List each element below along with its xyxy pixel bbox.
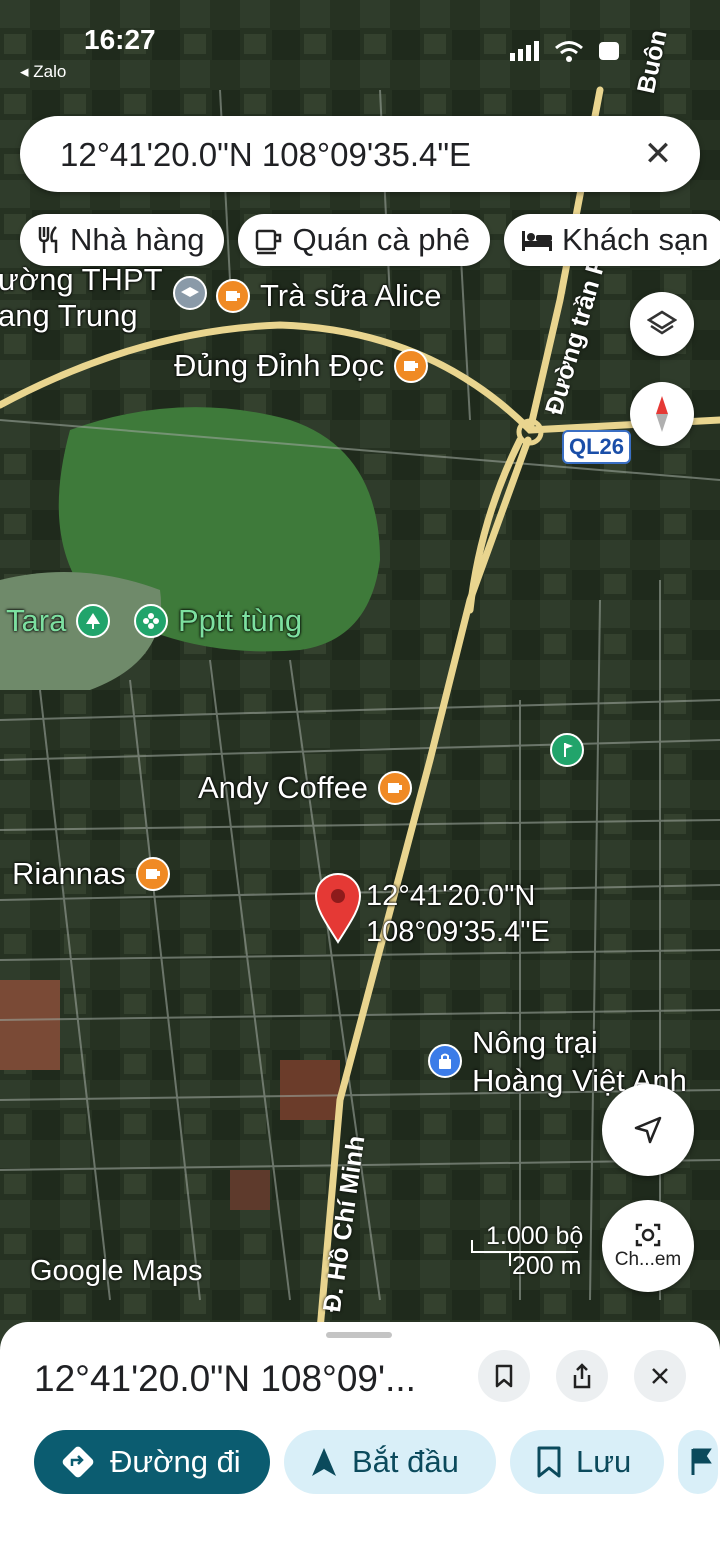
golf-icon — [550, 733, 584, 767]
close-sheet-button[interactable] — [634, 1350, 686, 1402]
status-bar: 16:27 ◂ Zalo — [0, 0, 720, 90]
start-label: Bắt đầu — [352, 1444, 459, 1479]
directions-icon — [62, 1446, 94, 1478]
lock-bag-icon — [428, 1044, 462, 1078]
lens-icon — [635, 1223, 661, 1247]
close-icon — [652, 1368, 668, 1384]
signal-icon — [510, 41, 539, 61]
cafe-icon — [135, 857, 170, 891]
action-buttons: Đường đi Bắt đầu Lưu — [34, 1430, 718, 1494]
chip-label: Quán cà phê — [292, 222, 470, 257]
category-chips: Nhà hàng Quán cà phê Khách sạn — [20, 214, 720, 266]
camera-button-label: Ch...em — [614, 1249, 682, 1270]
share-icon — [573, 1363, 591, 1389]
directions-label: Đường đi — [110, 1444, 241, 1479]
poi-tara[interactable]: Tara — [6, 603, 111, 639]
chip-label: Nhà hàng — [70, 222, 205, 257]
status-icons — [510, 40, 624, 62]
pin-longitude: 108°09'35.4"E — [366, 916, 550, 948]
more-action-button[interactable] — [678, 1430, 718, 1494]
chip-coffee[interactable]: Quán cà phê — [238, 214, 490, 266]
poi-tra-sua-alice[interactable]: Trà sữa Alice — [216, 278, 442, 314]
save-place-button[interactable]: Lưu — [510, 1430, 664, 1494]
highway-shield: QL26 — [562, 430, 632, 464]
layers-button[interactable] — [630, 292, 694, 356]
bookmark-icon — [495, 1364, 513, 1388]
restaurant-icon — [38, 226, 58, 253]
poi-pptt-tung[interactable]: Pptt tùng — [134, 603, 302, 639]
tree-icon — [76, 604, 111, 638]
navigate-icon — [312, 1448, 336, 1476]
cafe-icon — [216, 279, 250, 313]
poi-label: Trà sữa Alice — [260, 278, 442, 313]
share-button[interactable] — [556, 1350, 608, 1402]
google-maps-attribution: Google Maps — [30, 1255, 203, 1287]
poi-andy-coffee[interactable]: Andy Coffee — [198, 770, 413, 806]
poi-label: Riannas — [12, 856, 126, 891]
hotel-icon — [521, 231, 552, 251]
directions-button[interactable]: Đường đi — [34, 1430, 270, 1494]
poi-golf[interactable] — [550, 733, 584, 767]
my-location-button[interactable] — [602, 1084, 694, 1176]
flower-icon — [134, 604, 168, 638]
poi-label: Andy Coffee — [198, 770, 369, 805]
camera-search-button[interactable]: Ch...em — [602, 1200, 694, 1292]
scale-bottom-label: 200 m — [512, 1252, 582, 1280]
layers-icon — [647, 310, 677, 335]
compass-button[interactable] — [630, 382, 694, 446]
sheet-drag-handle[interactable] — [326, 1332, 392, 1338]
cafe-icon — [378, 771, 413, 805]
coffee-icon — [256, 229, 282, 255]
bookmark-icon — [537, 1446, 561, 1478]
close-icon[interactable]: ✕ — [636, 132, 680, 176]
back-to-app-link[interactable]: ◂ Zalo — [20, 62, 66, 82]
poi-label: Đủng Đỉnh Đọc — [174, 348, 385, 383]
poi-label: Tara — [6, 603, 67, 638]
place-title: 12°41'20.0"N 108°09'... — [34, 1358, 416, 1399]
chip-label: Khách sạn — [561, 222, 709, 257]
battery-icon — [599, 42, 619, 60]
poi-label: Pptt tùng — [178, 603, 303, 638]
poi-label: ường THPT ang Trung — [0, 262, 163, 333]
wifi-icon — [555, 41, 583, 62]
poi-dung-dinh-doc[interactable]: Đủng Đỉnh Đọc — [174, 348, 429, 384]
poi-school[interactable]: ường THPT ang Trung — [0, 262, 207, 334]
chip-restaurant[interactable]: Nhà hàng — [20, 214, 225, 266]
flag-icon — [691, 1448, 712, 1475]
save-label: Lưu — [576, 1444, 632, 1479]
navigation-arrow-icon — [634, 1116, 662, 1144]
save-button[interactable] — [478, 1350, 530, 1402]
cafe-icon — [394, 349, 429, 383]
status-time: 16:27 — [84, 24, 156, 55]
chip-hotel[interactable]: Khách sạn — [503, 214, 720, 266]
place-bottom-sheet[interactable]: 12°41'20.0"N 108°09'... Đường đi Bắt đầu… — [0, 1322, 720, 1564]
school-icon — [172, 276, 207, 310]
pin-latitude: 12°41'20.0"N — [366, 880, 536, 912]
compass-icon — [656, 396, 668, 432]
search-bar[interactable]: 12°41'20.0"N 108°09'35.4"E ✕ — [20, 116, 700, 192]
pin-coordinates-label: 12°41'20.0"N 108°09'35.4"E — [366, 878, 550, 950]
poi-riannas[interactable]: Riannas — [12, 856, 170, 892]
start-button[interactable]: Bắt đầu — [284, 1430, 496, 1494]
search-query[interactable]: 12°41'20.0"N 108°09'35.4"E — [60, 136, 471, 174]
scale-top-label: 1.000 bộ — [486, 1222, 584, 1250]
